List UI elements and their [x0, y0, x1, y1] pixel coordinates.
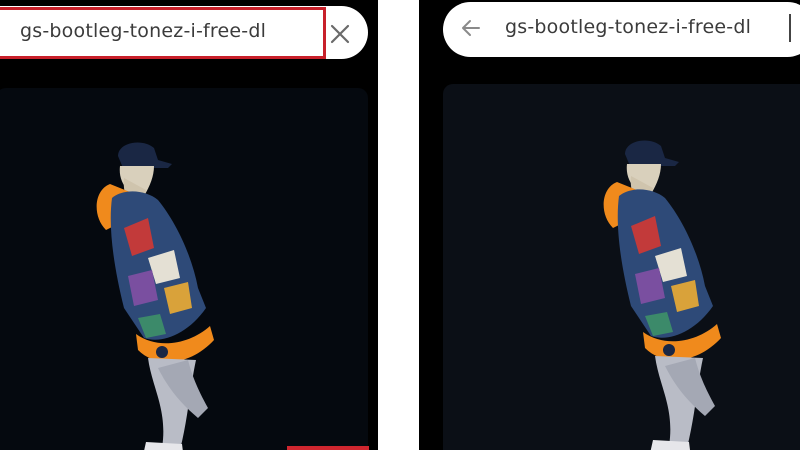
arrow-left-icon — [462, 20, 480, 36]
clear-search-button[interactable] — [322, 16, 358, 52]
search-query-text[interactable]: gs-bootleg-tonez-i-free-dl — [20, 20, 266, 42]
search-query-text[interactable]: gs-bootleg-tonez-i-free-dl — [505, 16, 751, 38]
text-cursor — [789, 14, 791, 42]
close-icon — [330, 24, 350, 44]
person-figure — [603, 140, 721, 450]
panel-divider — [378, 0, 419, 450]
comparison-screenshot: gs-bootleg-tonez-i-free-dl gs-bootleg-to… — [0, 0, 800, 450]
back-button[interactable] — [455, 12, 487, 44]
right-panel: gs-bootleg-tonez-i-free-dl — [419, 0, 800, 450]
video-thumbnail[interactable] — [0, 88, 368, 450]
progress-bar-accent — [287, 446, 369, 450]
left-panel: gs-bootleg-tonez-i-free-dl — [0, 0, 378, 450]
person-figure — [96, 142, 214, 450]
video-thumbnail[interactable] — [443, 84, 800, 450]
